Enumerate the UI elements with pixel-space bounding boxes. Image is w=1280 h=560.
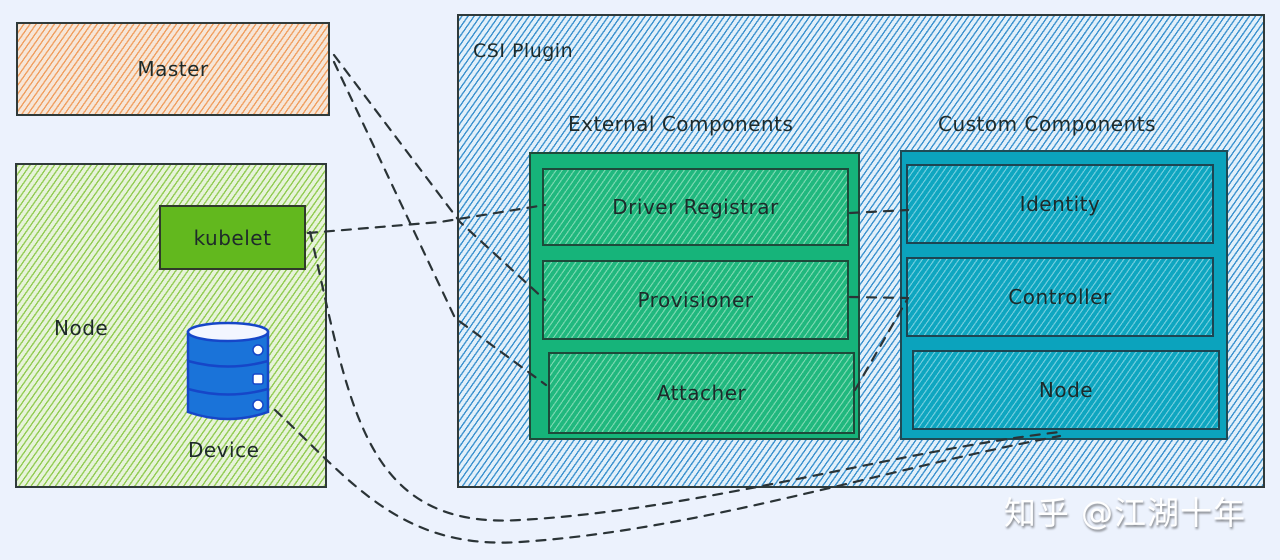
identity-box: Identity	[906, 164, 1214, 244]
kubelet-label: kubelet	[193, 225, 272, 250]
provisioner-box: Provisioner	[542, 260, 849, 340]
master-box: Master	[16, 22, 330, 116]
kubelet-box: kubelet	[159, 205, 306, 270]
custom-components-label: Custom Components	[938, 112, 1157, 136]
controller-label: Controller	[1008, 285, 1112, 309]
controller-box: Controller	[906, 257, 1214, 337]
identity-label: Identity	[1019, 192, 1101, 216]
driver-registrar-label: Driver Registrar	[612, 195, 779, 219]
driver-registrar-box: Driver Registrar	[542, 168, 849, 246]
database-icon	[186, 321, 270, 421]
attacher-label: Attacher	[656, 381, 747, 405]
master-label: Master	[137, 57, 209, 81]
device-label: Device	[188, 438, 260, 462]
watermark: 知乎 @江湖十年	[1003, 494, 1246, 532]
external-components-label: External Components	[568, 112, 794, 136]
node-label: Node	[54, 316, 109, 340]
provisioner-label: Provisioner	[637, 288, 754, 312]
csi-plugin-label: CSI Plugin	[473, 40, 574, 62]
node-component-box: Node	[912, 350, 1220, 430]
attacher-box: Attacher	[548, 352, 855, 434]
node-component-label: Node	[1038, 378, 1094, 402]
